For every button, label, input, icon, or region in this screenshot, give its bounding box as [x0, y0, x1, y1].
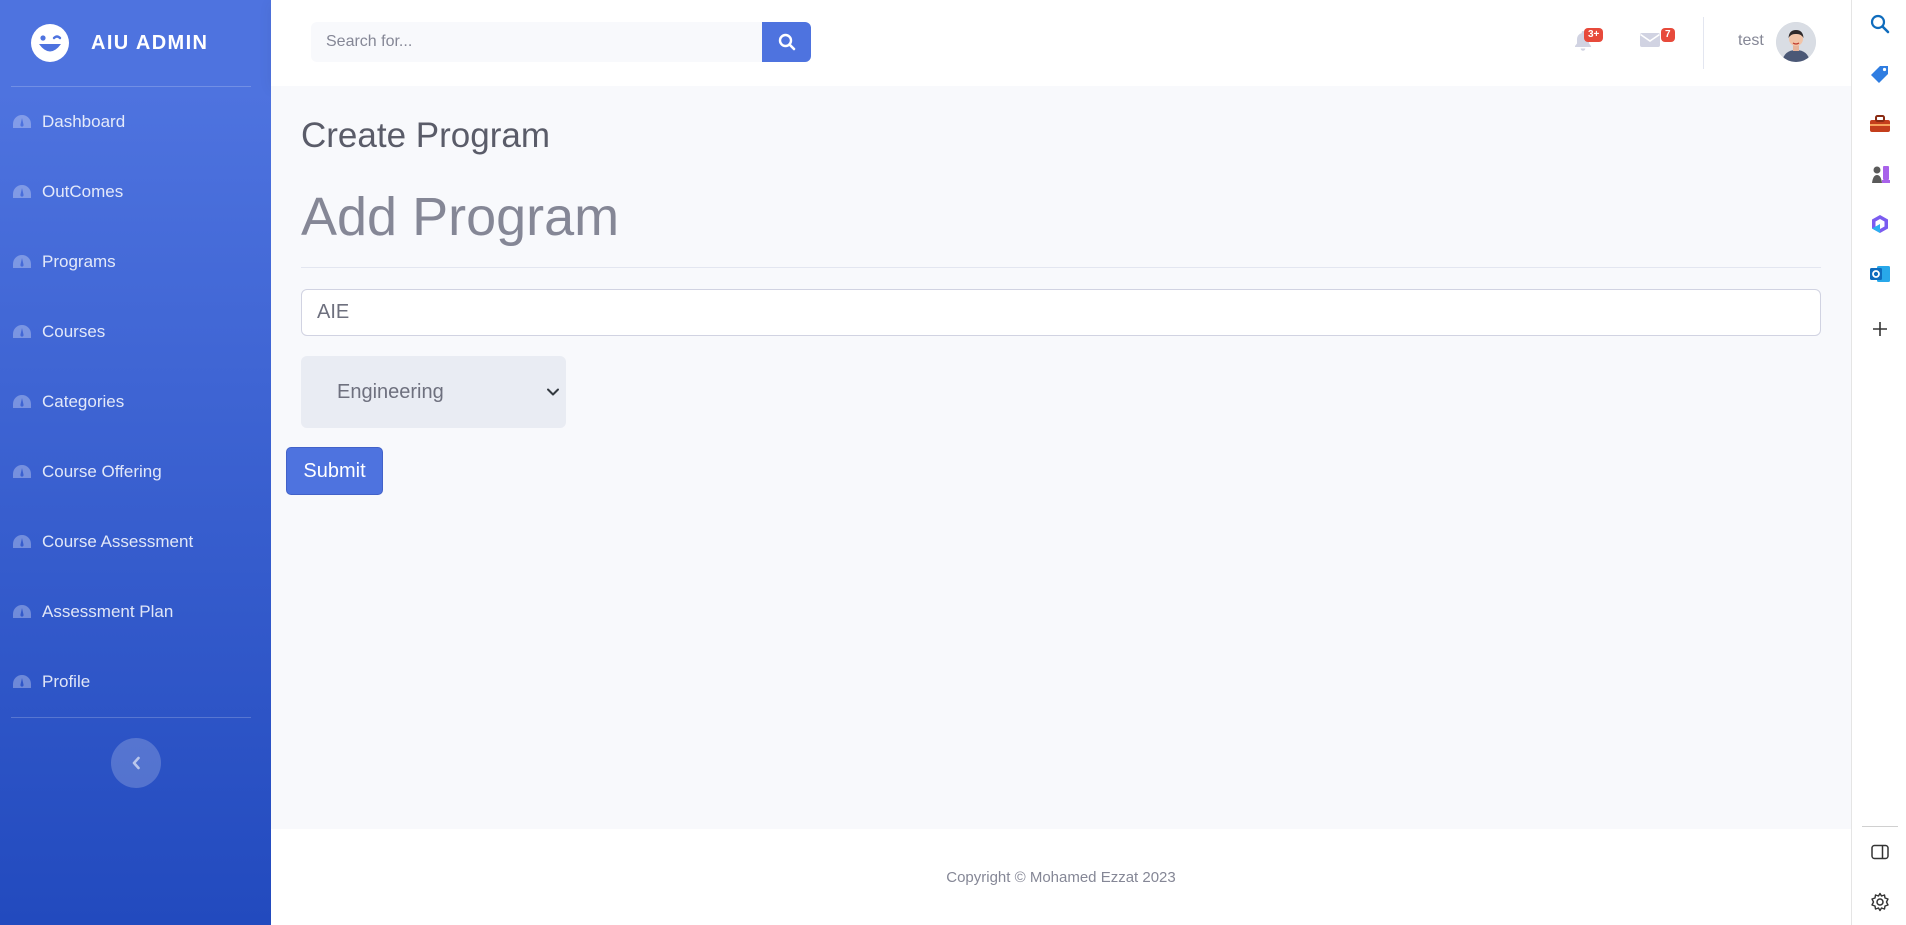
copilot-icon: [1872, 215, 1888, 233]
edge-games-button[interactable]: [1868, 162, 1892, 186]
sidebar-item-label: Course Assessment: [42, 532, 194, 551]
sidebar-item-course-assessment[interactable]: Course Assessment: [0, 507, 271, 577]
edge-divider: [1862, 826, 1898, 827]
tachometer-icon: [13, 675, 31, 688]
toolbox-icon: [1870, 115, 1890, 132]
footer: Copyright © Mohamed Ezzat 2023: [271, 829, 1851, 925]
edge-settings-button[interactable]: [1868, 890, 1892, 914]
alerts-badge: 3+: [1584, 28, 1604, 42]
tachometer-icon: [13, 115, 31, 128]
laugh-wink-icon: [31, 24, 69, 62]
edge-hide-sidebar-button[interactable]: [1868, 840, 1892, 864]
search-input[interactable]: [311, 22, 762, 62]
tachometer-icon: [13, 465, 31, 478]
outlook-icon: [1870, 266, 1890, 282]
sidebar-item-label: Categories: [42, 392, 125, 411]
program-name-input[interactable]: [301, 289, 1821, 336]
search-icon: [1870, 14, 1890, 34]
page-title: Create Program: [301, 116, 550, 155]
tachometer-icon: [13, 605, 31, 618]
user-name[interactable]: test: [1738, 32, 1764, 50]
edge-tools-button[interactable]: [1868, 112, 1892, 136]
sidebar-item-dashboard[interactable]: Dashboard: [0, 87, 271, 157]
gear-icon: [1871, 892, 1889, 912]
edge-copilot-button[interactable]: [1868, 212, 1892, 236]
sidebar-item-label: OutComes: [42, 182, 124, 201]
sidebar-item-label: Dashboard: [42, 112, 126, 131]
tachometer-icon: [13, 535, 31, 548]
brand-name: AIU ADMIN: [91, 31, 209, 54]
submit-button[interactable]: Submit: [286, 447, 383, 495]
chess-pieces-icon: [1872, 166, 1890, 183]
topbar-search: [311, 22, 811, 62]
sidebar-item-profile[interactable]: Profile: [0, 647, 271, 717]
tachometer-icon: [13, 255, 31, 268]
messages-badge: 7: [1661, 28, 1675, 42]
search-icon: [778, 33, 795, 51]
sidebar-item-assessment-plan[interactable]: Assessment Plan: [0, 577, 271, 647]
envelope-icon: [1640, 33, 1660, 47]
chevron-left-icon: [132, 756, 140, 770]
browser-edge-sidebar: [1851, 0, 1906, 925]
category-select-value: Engineering: [337, 380, 444, 403]
sidebar-item-programs[interactable]: Programs: [0, 227, 271, 297]
sidebar-item-courses[interactable]: Courses: [0, 297, 271, 367]
user-avatar-icon: [1776, 22, 1816, 62]
tachometer-icon: [13, 395, 31, 408]
avatar[interactable]: [1776, 22, 1816, 62]
sidebar-item-outcomes[interactable]: OutComes: [0, 157, 271, 227]
footer-copyright: Copyright © Mohamed Ezzat 2023: [946, 868, 1176, 886]
sidebar-toggle-wrap: [0, 718, 271, 788]
main-content: Create Program Add Program Engineering S…: [271, 86, 1851, 829]
sidebar-item-label: Course Offering: [42, 462, 162, 481]
search-button[interactable]: [762, 22, 811, 62]
sidebar-nav: Dashboard OutComes Programs Courses Cate…: [0, 87, 271, 717]
sidebar-item-course-offering[interactable]: Course Offering: [0, 437, 271, 507]
sidebar-item-label: Assessment Plan: [42, 602, 174, 621]
form-heading: Add Program: [301, 187, 620, 247]
brand-link[interactable]: AIU ADMIN: [0, 0, 271, 86]
sidebar-item-label: Courses: [42, 322, 106, 341]
plus-icon: [1873, 322, 1887, 336]
tachometer-icon: [13, 185, 31, 198]
edge-shopping-button[interactable]: [1868, 62, 1892, 86]
sidebar-item-categories[interactable]: Categories: [0, 367, 271, 437]
sidebar-item-label: Programs: [42, 252, 116, 271]
edge-search-button[interactable]: [1868, 12, 1892, 36]
form-divider: [301, 267, 1821, 268]
sidebar-toggle-button[interactable]: [110, 738, 161, 788]
category-select[interactable]: Engineering: [301, 356, 566, 428]
alerts-dropdown[interactable]: 3+: [1574, 28, 1604, 57]
messages-dropdown[interactable]: 7: [1639, 28, 1675, 53]
sidebar-item-label: Profile: [42, 672, 91, 691]
tachometer-icon: [13, 325, 31, 338]
topbar: 3+ 7 test: [271, 0, 1851, 86]
sidebar-panel-icon: [1871, 844, 1889, 860]
chevron-down-icon: [547, 388, 559, 396]
sidebar: AIU ADMIN Dashboard OutComes Programs Co…: [0, 0, 271, 925]
tag-icon: [1871, 66, 1888, 83]
edge-outlook-button[interactable]: [1868, 262, 1892, 286]
topbar-divider: [1703, 17, 1704, 69]
edge-add-button[interactable]: [1868, 317, 1892, 341]
